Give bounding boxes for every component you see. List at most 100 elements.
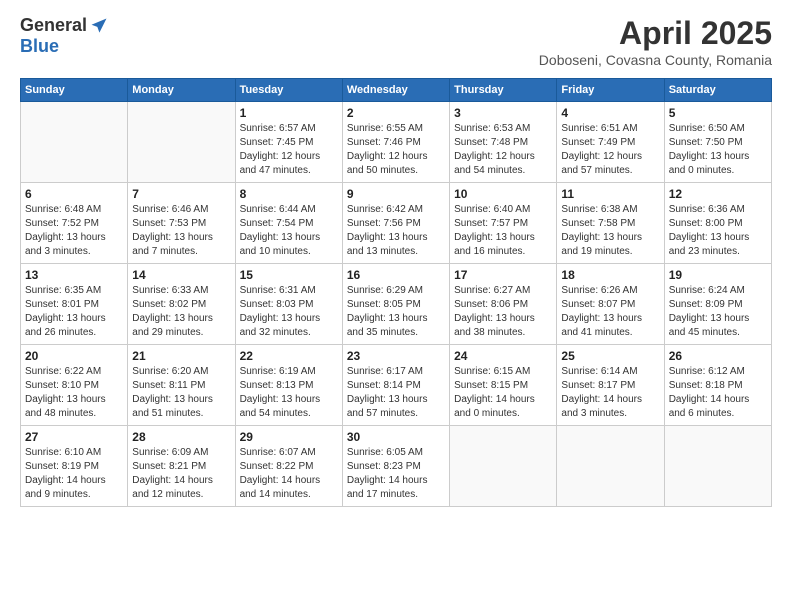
day-number: 6: [25, 187, 123, 201]
day-info: Sunrise: 6:14 AMSunset: 8:17 PMDaylight:…: [561, 365, 659, 421]
logo-blue-text: Blue: [20, 36, 59, 57]
calendar-cell: [450, 426, 557, 507]
day-number: 10: [454, 187, 552, 201]
calendar-cell: 15 Sunrise: 6:31 AMSunset: 8:03 PMDayligh…: [235, 264, 342, 345]
calendar-cell: 7 Sunrise: 6:46 AMSunset: 7:53 PMDaylight…: [128, 183, 235, 264]
calendar-cell: 28 Sunrise: 6:09 AMSunset: 8:21 PMDayligh…: [128, 426, 235, 507]
calendar-table: SundayMondayTuesdayWednesdayThursdayFrid…: [20, 78, 772, 507]
calendar-cell: 9 Sunrise: 6:42 AMSunset: 7:56 PMDaylight…: [342, 183, 449, 264]
day-info: Sunrise: 6:12 AMSunset: 8:18 PMDaylight:…: [669, 365, 767, 421]
day-number: 22: [240, 349, 338, 363]
calendar-cell: 11Sunrise: 6:38 AMSunset: 7:58 PMDayligh…: [557, 183, 664, 264]
calendar-cell: [21, 102, 128, 183]
day-number: 19: [669, 268, 767, 282]
day-number: 7: [132, 187, 230, 201]
day-info: Sunrise: 6:20 AMSunset: 8:11 PMDaylight:…: [132, 365, 230, 421]
calendar-header-sunday: Sunday: [21, 79, 128, 102]
day-info: Sunrise: 6:57 AMSunset: 7:45 PMDaylight:…: [240, 122, 338, 178]
day-info: Sunrise: 6:05 AMSunset: 8:23 PMDaylight:…: [347, 446, 445, 502]
day-number: 12: [669, 187, 767, 201]
calendar-cell: 21Sunrise: 6:20 AMSunset: 8:11 PMDayligh…: [128, 345, 235, 426]
page-container: General Blue April 2025 Doboseni, Covasn…: [0, 0, 792, 517]
calendar-week-row: 1Sunrise: 6:57 AMSunset: 7:45 PMDaylight…: [21, 102, 772, 183]
day-number: 2: [347, 106, 445, 120]
day-number: 15: [240, 268, 338, 282]
day-info: Sunrise: 6:07 AMSunset: 8:22 PMDaylight:…: [240, 446, 338, 502]
day-info: Sunrise: 6:22 AMSunset: 8:10 PMDaylight:…: [25, 365, 123, 421]
calendar-cell: 6Sunrise: 6:48 AMSunset: 7:52 PMDaylight…: [21, 183, 128, 264]
calendar-cell: 20 Sunrise: 6:22 AMSunset: 8:10 PMDayligh…: [21, 345, 128, 426]
calendar-header-row: SundayMondayTuesdayWednesdayThursdayFrid…: [21, 79, 772, 102]
calendar-cell: [557, 426, 664, 507]
logo-general-text: General: [20, 15, 87, 36]
day-info: Sunrise: 6:19 AMSunset: 8:13 PMDaylight:…: [240, 365, 338, 421]
calendar-cell: 18Sunrise: 6:26 AMSunset: 8:07 PMDayligh…: [557, 264, 664, 345]
logo: General Blue: [20, 15, 109, 57]
day-number: 13: [25, 268, 123, 282]
day-info: Sunrise: 6:42 AMSunset: 7:56 PMDaylight:…: [347, 203, 445, 259]
day-info: Sunrise: 6:55 AMSunset: 7:46 PMDaylight:…: [347, 122, 445, 178]
day-info: Sunrise: 6:10 AMSunset: 8:19 PMDaylight:…: [25, 446, 123, 502]
calendar-cell: 25 Sunrise: 6:14 AMSunset: 8:17 PMDayligh…: [557, 345, 664, 426]
calendar-week-row: 6Sunrise: 6:48 AMSunset: 7:52 PMDaylight…: [21, 183, 772, 264]
calendar-header-saturday: Saturday: [664, 79, 771, 102]
day-number: 9: [347, 187, 445, 201]
calendar-cell: 14 Sunrise: 6:33 AMSunset: 8:02 PMDayligh…: [128, 264, 235, 345]
day-number: 30: [347, 430, 445, 444]
day-number: 5: [669, 106, 767, 120]
day-number: 28: [132, 430, 230, 444]
day-number: 25: [561, 349, 659, 363]
day-info: Sunrise: 6:53 AMSunset: 7:48 PMDaylight:…: [454, 122, 552, 178]
day-info: Sunrise: 6:46 AMSunset: 7:53 PMDaylight:…: [132, 203, 230, 259]
calendar-header-thursday: Thursday: [450, 79, 557, 102]
month-title: April 2025: [539, 15, 772, 52]
day-number: 20: [25, 349, 123, 363]
day-info: Sunrise: 6:44 AMSunset: 7:54 PMDaylight:…: [240, 203, 338, 259]
day-number: 8: [240, 187, 338, 201]
calendar-cell: 17Sunrise: 6:27 AMSunset: 8:06 PMDayligh…: [450, 264, 557, 345]
day-number: 26: [669, 349, 767, 363]
calendar-cell: [128, 102, 235, 183]
calendar-cell: 5Sunrise: 6:50 AMSunset: 7:50 PMDaylight…: [664, 102, 771, 183]
day-info: Sunrise: 6:29 AMSunset: 8:05 PMDaylight:…: [347, 284, 445, 340]
day-info: Sunrise: 6:27 AMSunset: 8:06 PMDaylight:…: [454, 284, 552, 340]
day-number: 18: [561, 268, 659, 282]
day-number: 27: [25, 430, 123, 444]
day-number: 11: [561, 187, 659, 201]
calendar-header-tuesday: Tuesday: [235, 79, 342, 102]
header: General Blue April 2025 Doboseni, Covasn…: [20, 15, 772, 68]
calendar-cell: 4 Sunrise: 6:51 AMSunset: 7:49 PMDaylight…: [557, 102, 664, 183]
calendar-cell: 19 Sunrise: 6:24 AMSunset: 8:09 PMDayligh…: [664, 264, 771, 345]
calendar-cell: 12Sunrise: 6:36 AMSunset: 8:00 PMDayligh…: [664, 183, 771, 264]
calendar-cell: [664, 426, 771, 507]
calendar-header-monday: Monday: [128, 79, 235, 102]
day-info: Sunrise: 6:15 AMSunset: 8:15 PMDaylight:…: [454, 365, 552, 421]
calendar-cell: 29Sunrise: 6:07 AMSunset: 8:22 PMDayligh…: [235, 426, 342, 507]
day-info: Sunrise: 6:35 AMSunset: 8:01 PMDaylight:…: [25, 284, 123, 340]
location: Doboseni, Covasna County, Romania: [539, 52, 772, 68]
day-info: Sunrise: 6:09 AMSunset: 8:21 PMDaylight:…: [132, 446, 230, 502]
day-info: Sunrise: 6:51 AMSunset: 7:49 PMDaylight:…: [561, 122, 659, 178]
day-info: Sunrise: 6:24 AMSunset: 8:09 PMDaylight:…: [669, 284, 767, 340]
calendar-cell: 26 Sunrise: 6:12 AMSunset: 8:18 PMDayligh…: [664, 345, 771, 426]
day-number: 16: [347, 268, 445, 282]
day-info: Sunrise: 6:31 AMSunset: 8:03 PMDaylight:…: [240, 284, 338, 340]
title-section: April 2025 Doboseni, Covasna County, Rom…: [539, 15, 772, 68]
day-info: Sunrise: 6:17 AMSunset: 8:14 PMDaylight:…: [347, 365, 445, 421]
calendar-cell: 3 Sunrise: 6:53 AMSunset: 7:48 PMDaylight…: [450, 102, 557, 183]
day-number: 3: [454, 106, 552, 120]
calendar-cell: 23Sunrise: 6:17 AMSunset: 8:14 PMDayligh…: [342, 345, 449, 426]
logo-bird-icon: [89, 16, 109, 36]
day-info: Sunrise: 6:33 AMSunset: 8:02 PMDaylight:…: [132, 284, 230, 340]
calendar-header-friday: Friday: [557, 79, 664, 102]
calendar-cell: 13 Sunrise: 6:35 AMSunset: 8:01 PMDayligh…: [21, 264, 128, 345]
calendar-cell: 10 Sunrise: 6:40 AMSunset: 7:57 PMDayligh…: [450, 183, 557, 264]
calendar-header-wednesday: Wednesday: [342, 79, 449, 102]
day-number: 4: [561, 106, 659, 120]
calendar-cell: 2 Sunrise: 6:55 AMSunset: 7:46 PMDaylight…: [342, 102, 449, 183]
day-number: 14: [132, 268, 230, 282]
calendar-cell: 22 Sunrise: 6:19 AMSunset: 8:13 PMDayligh…: [235, 345, 342, 426]
calendar-cell: 16 Sunrise: 6:29 AMSunset: 8:05 PMDayligh…: [342, 264, 449, 345]
day-info: Sunrise: 6:40 AMSunset: 7:57 PMDaylight:…: [454, 203, 552, 259]
calendar-cell: 24Sunrise: 6:15 AMSunset: 8:15 PMDayligh…: [450, 345, 557, 426]
